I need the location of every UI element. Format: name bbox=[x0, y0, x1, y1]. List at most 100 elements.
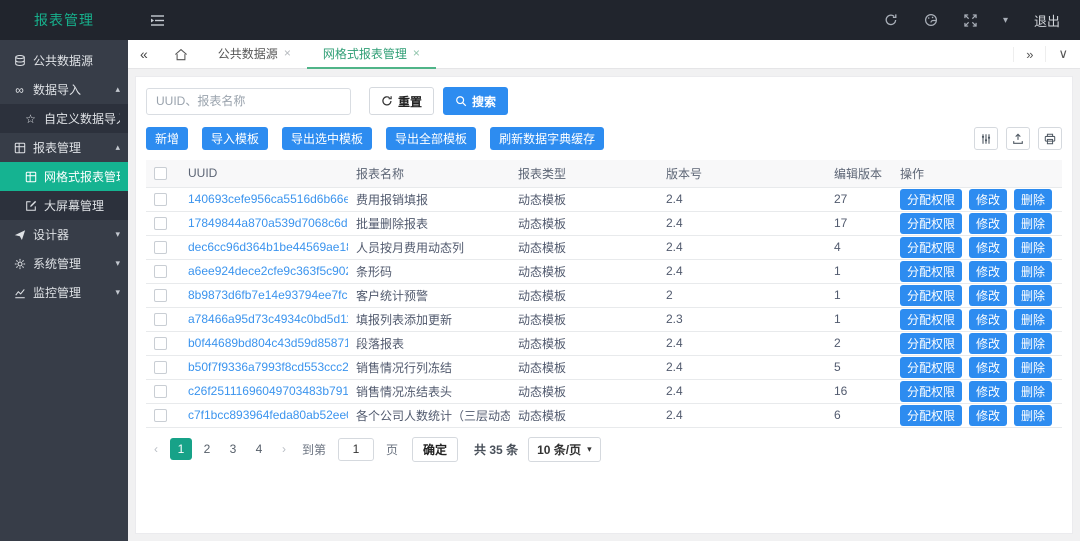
sidebar-item-custom-data-import[interactable]: ☆ 自定义数据导入 bbox=[0, 104, 128, 133]
row-checkbox[interactable] bbox=[154, 289, 167, 302]
row-checkbox[interactable] bbox=[154, 385, 167, 398]
row-checkbox[interactable] bbox=[154, 313, 167, 326]
sidebar-item-data-import[interactable]: ∞ 数据导入 ▴ bbox=[0, 75, 128, 104]
uuid-link[interactable]: 8b9873d6fb7e14e93794ee7fc1... bbox=[188, 288, 348, 302]
select-all-checkbox[interactable] bbox=[154, 167, 167, 180]
goto-page-input[interactable] bbox=[338, 438, 374, 461]
tabs-menu-icon[interactable]: ∨ bbox=[1045, 46, 1080, 62]
uuid-link[interactable]: dec6cc96d364b1be44569ae18... bbox=[188, 240, 348, 254]
page-size-select[interactable]: 10 条/页 ▾ bbox=[528, 437, 601, 462]
delete-button[interactable]: 删除 bbox=[1014, 405, 1052, 426]
page-button-4[interactable]: 4 bbox=[248, 438, 270, 460]
assign-permission-button[interactable]: 分配权限 bbox=[900, 213, 962, 234]
export-selected-button[interactable]: 导出选中模板 bbox=[282, 127, 372, 150]
sidebar-item-public-datasource[interactable]: 公共数据源 bbox=[0, 46, 128, 75]
row-checkbox[interactable] bbox=[154, 409, 167, 422]
uuid-link[interactable]: a78466a95d73c4934c0bd5d11... bbox=[188, 312, 348, 326]
confirm-page-button[interactable]: 确定 bbox=[412, 437, 458, 462]
edit-button[interactable]: 修改 bbox=[969, 309, 1007, 330]
export-icon[interactable] bbox=[1006, 127, 1030, 150]
row-checkbox[interactable] bbox=[154, 265, 167, 278]
assign-permission-button[interactable]: 分配权限 bbox=[900, 381, 962, 402]
uuid-link[interactable]: b0f44689bd804c43d59d85871a... bbox=[188, 336, 348, 350]
tabs-scroll-right-icon[interactable]: » bbox=[1013, 47, 1045, 62]
import-template-button[interactable]: 导入模板 bbox=[202, 127, 268, 150]
delete-button[interactable]: 删除 bbox=[1014, 285, 1052, 306]
assign-permission-button[interactable]: 分配权限 bbox=[900, 189, 962, 210]
page-button-3[interactable]: 3 bbox=[222, 438, 244, 460]
uuid-link[interactable]: c7f1bcc893964feda80ab52ee0... bbox=[188, 408, 348, 422]
add-button[interactable]: 新增 bbox=[146, 127, 188, 150]
edit-button[interactable]: 修改 bbox=[969, 261, 1007, 282]
uuid-link[interactable]: c26f25111696049703483b7915... bbox=[188, 384, 348, 398]
delete-button[interactable]: 删除 bbox=[1014, 357, 1052, 378]
sidebar-item-label: 数据导入 bbox=[33, 81, 81, 98]
edit-button[interactable]: 修改 bbox=[969, 381, 1007, 402]
delete-button[interactable]: 删除 bbox=[1014, 333, 1052, 354]
edit-button[interactable]: 修改 bbox=[969, 357, 1007, 378]
assign-permission-button[interactable]: 分配权限 bbox=[900, 333, 962, 354]
close-icon[interactable]: × bbox=[284, 46, 291, 60]
uuid-link[interactable]: a6ee924dece2cfe9c363f5c902... bbox=[188, 264, 348, 278]
delete-button[interactable]: 删除 bbox=[1014, 213, 1052, 234]
sidebar-item-report-management[interactable]: 报表管理 ▴ bbox=[0, 133, 128, 162]
row-checkbox[interactable] bbox=[154, 217, 167, 230]
sidebar-item-monitor-management[interactable]: 监控管理 ▾ bbox=[0, 278, 128, 307]
next-page-icon[interactable]: › bbox=[274, 442, 294, 456]
search-button[interactable]: 搜索 bbox=[443, 87, 508, 115]
assign-permission-button[interactable]: 分配权限 bbox=[900, 237, 962, 258]
refresh-dict-cache-button[interactable]: 刷新数据字典缓存 bbox=[490, 127, 604, 150]
edit-button[interactable]: 修改 bbox=[969, 405, 1007, 426]
page-button-1[interactable]: 1 bbox=[170, 438, 192, 460]
search-input[interactable] bbox=[146, 88, 351, 115]
column-filter-icon[interactable] bbox=[974, 127, 998, 150]
delete-button[interactable]: 删除 bbox=[1014, 381, 1052, 402]
refresh-icon[interactable] bbox=[884, 13, 898, 27]
delete-button[interactable]: 删除 bbox=[1014, 261, 1052, 282]
page-button-2[interactable]: 2 bbox=[196, 438, 218, 460]
sidebar-item-designer[interactable]: 设计器 ▾ bbox=[0, 220, 128, 249]
row-checkbox[interactable] bbox=[154, 193, 167, 206]
delete-button[interactable]: 删除 bbox=[1014, 189, 1052, 210]
report-name: 批量删除报表 bbox=[348, 211, 510, 235]
close-icon[interactable]: × bbox=[413, 46, 420, 60]
assign-permission-button[interactable]: 分配权限 bbox=[900, 405, 962, 426]
row-checkbox[interactable] bbox=[154, 337, 167, 350]
row-checkbox[interactable] bbox=[154, 241, 167, 254]
menu-fold-icon[interactable] bbox=[150, 14, 165, 27]
edit-button[interactable]: 修改 bbox=[969, 213, 1007, 234]
row-checkbox[interactable] bbox=[154, 361, 167, 374]
edit-button[interactable]: 修改 bbox=[969, 285, 1007, 306]
sidebar-item-label: 设计器 bbox=[33, 226, 69, 243]
logout-button[interactable]: 退出 bbox=[1034, 11, 1060, 30]
sidebar-item-grid-report-management[interactable]: 网格式报表管理 bbox=[0, 162, 128, 191]
uuid-link[interactable]: 17849844a870a539d7068c6d3... bbox=[188, 216, 348, 230]
user-menu-caret-icon[interactable]: ▾ bbox=[1003, 15, 1008, 26]
edit-button[interactable]: 修改 bbox=[969, 333, 1007, 354]
delete-button[interactable]: 删除 bbox=[1014, 309, 1052, 330]
table-row: b0f44689bd804c43d59d85871a... 段落报表 动态模板 … bbox=[146, 331, 1062, 355]
assign-permission-button[interactable]: 分配权限 bbox=[900, 261, 962, 282]
home-icon[interactable] bbox=[160, 48, 202, 61]
tab-public-datasource[interactable]: 公共数据源 × bbox=[202, 40, 307, 69]
sidebar-item-system-management[interactable]: 系统管理 ▾ bbox=[0, 249, 128, 278]
edit-button[interactable]: 修改 bbox=[969, 237, 1007, 258]
tab-label: 网格式报表管理 bbox=[323, 45, 407, 62]
uuid-link[interactable]: 140693cefe956ca5516d6b66e2... bbox=[188, 192, 348, 206]
assign-permission-button[interactable]: 分配权限 bbox=[900, 357, 962, 378]
assign-permission-button[interactable]: 分配权限 bbox=[900, 309, 962, 330]
print-icon[interactable] bbox=[1038, 127, 1062, 150]
prev-page-icon[interactable]: ‹ bbox=[146, 442, 166, 456]
assign-permission-button[interactable]: 分配权限 bbox=[900, 285, 962, 306]
reset-button[interactable]: 重置 bbox=[369, 87, 434, 115]
export-all-button[interactable]: 导出全部模板 bbox=[386, 127, 476, 150]
fullscreen-icon[interactable] bbox=[964, 14, 977, 27]
sidebar-item-big-screen-management[interactable]: 大屏幕管理 bbox=[0, 191, 128, 220]
uuid-link[interactable]: b50f7f9336a7993f8cd553ccc22... bbox=[188, 360, 348, 374]
tab-grid-report-management[interactable]: 网格式报表管理 × bbox=[307, 40, 436, 69]
edit-button[interactable]: 修改 bbox=[969, 189, 1007, 210]
tabs-scroll-left-icon[interactable]: « bbox=[128, 46, 160, 62]
version: 2.4 bbox=[658, 235, 826, 259]
theme-icon[interactable] bbox=[924, 13, 938, 27]
delete-button[interactable]: 删除 bbox=[1014, 237, 1052, 258]
